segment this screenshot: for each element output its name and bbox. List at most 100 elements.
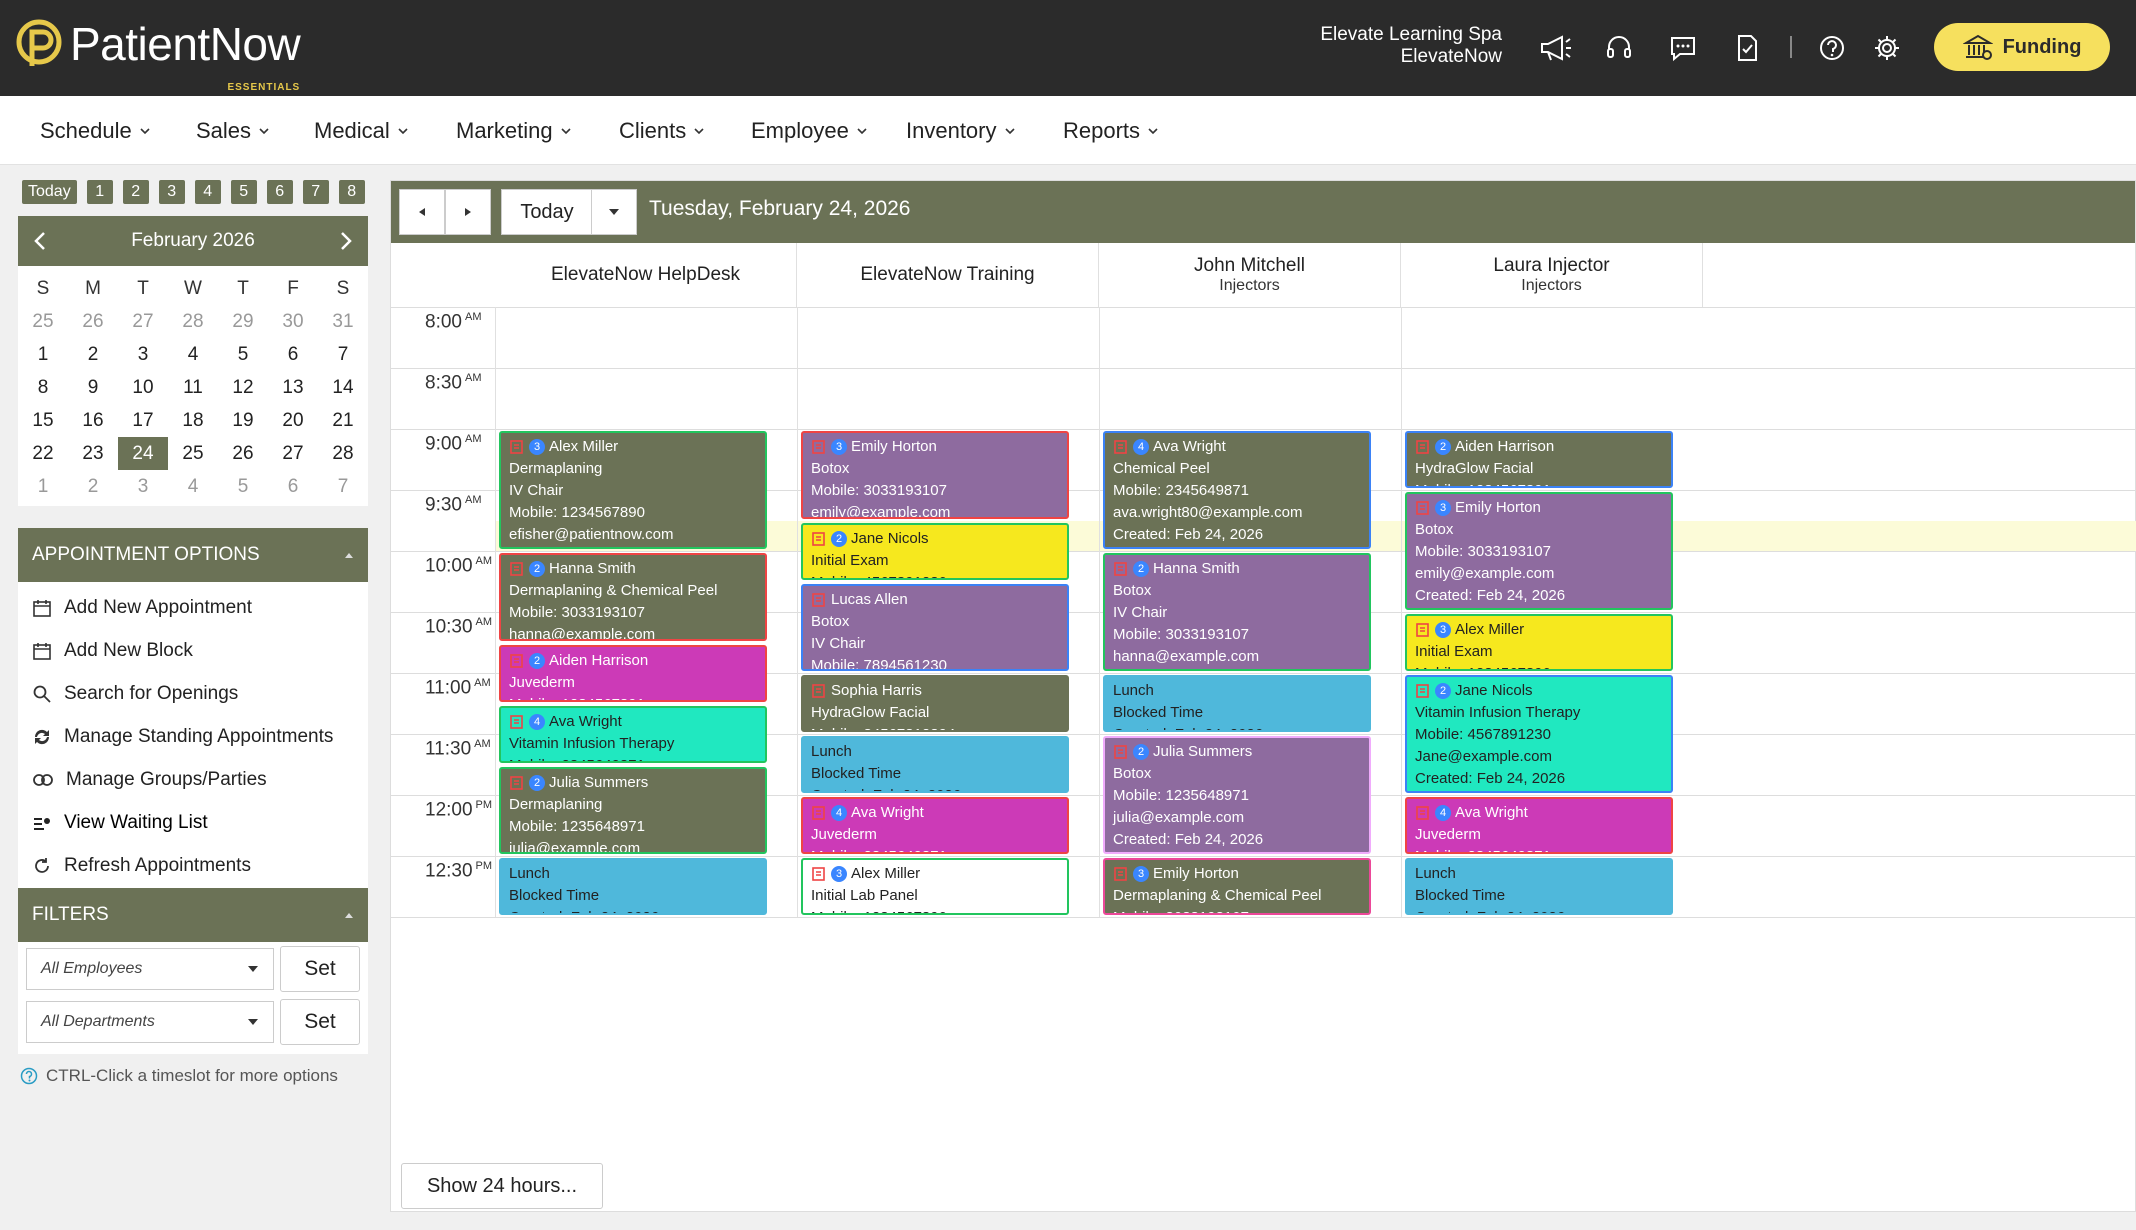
calendar-day[interactable]: 27 [268,437,318,470]
prev-day-button[interactable] [399,189,445,235]
calendar-day[interactable]: 14 [318,371,368,404]
waiting-list-option[interactable]: View Waiting List [18,801,368,844]
appointment-card[interactable]: 3Alex Miller Initial Exam Mobile: 12345678… [1405,614,1673,671]
appointment-card[interactable]: Lucas Allen Botox IV Chair Mobile: 78945612… [801,583,1069,671]
departments-select[interactable]: All Departments [26,1000,274,1043]
calendar-day[interactable]: 24 [118,437,168,470]
nav-sales[interactable]: Sales [196,118,269,144]
calendar-day-other-month[interactable]: 7 [318,470,368,503]
appointment-card[interactable]: Lunch Blocked Time Created: Feb 24, 2026 [1405,858,1673,915]
calendar-day[interactable]: 4 [168,338,218,371]
filters-header[interactable]: FILTERS [18,888,368,942]
calendar-day-other-month[interactable]: 4 [168,470,218,503]
appointment-card[interactable]: Lunch Blocked Time Created: Feb 24, 2026 [1103,675,1371,732]
calendar-day[interactable]: 26 [218,437,268,470]
calendar-day[interactable]: 2 [68,338,118,371]
calendar-day[interactable]: 5 [218,338,268,371]
calendar-day-other-month[interactable]: 27 [118,305,168,338]
quick-5-button[interactable]: 5 [230,180,257,204]
appointment-card[interactable]: Lunch Blocked Time Created: Feb 24, 2026 [499,858,767,915]
megaphone-icon[interactable] [1536,28,1576,68]
logo[interactable]: PatientNow ESSENTIALS [16,18,301,93]
appointment-card[interactable]: 4 Ava Wright Chemical Peel Mobile: 23456498… [1103,431,1371,549]
calendar-day-other-month[interactable]: 3 [118,470,168,503]
document-check-icon[interactable] [1727,28,1767,68]
calendar-day[interactable]: 28 [318,437,368,470]
quick-1-button[interactable]: 1 [86,180,113,204]
today-dropdown-button[interactable] [591,189,637,235]
calendar-day[interactable]: 10 [118,371,168,404]
appointment-card[interactable]: 2 Hanna Smith Dermaplaning & Chemical Peel… [499,553,767,641]
appointment-card[interactable]: 2 Hanna Smith Botox IV Chair Mobile: 3033193… [1103,553,1371,671]
calendar-day[interactable]: 25 [168,437,218,470]
appointment-card[interactable]: 2 Julia Summers Dermaplaning Mobile: 123564… [499,766,767,854]
calendar-day-other-month[interactable]: 1 [18,470,68,503]
quick-7-button[interactable]: 7 [302,180,329,204]
help-icon[interactable] [1812,28,1852,68]
nav-medical[interactable]: Medical [314,118,408,144]
calendar-day-other-month[interactable]: 29 [218,305,268,338]
time-slot-row[interactable] [391,307,2136,369]
calendar-day[interactable]: 19 [218,404,268,437]
calendar-day[interactable]: 16 [68,404,118,437]
appointment-options-header[interactable]: APPOINTMENT OPTIONS [18,528,368,582]
nav-schedule[interactable]: Schedule [40,118,150,144]
schedule-grid[interactable]: 8:00 AM 8:30 AM 9:00 AM 9:30 AM 10:00 AM 10:30 AM 11… [391,307,2136,1133]
calendar-day[interactable]: 18 [168,404,218,437]
calendar-day-other-month[interactable]: 2 [68,470,118,503]
calendar-day[interactable]: 3 [118,338,168,371]
calendar-day-other-month[interactable]: 5 [218,470,268,503]
calendar-day-other-month[interactable]: 30 [268,305,318,338]
appointment-card[interactable]: 3 Alex Miller Dermaplaning IV Chair Mobile: … [499,431,767,549]
next-day-button[interactable] [445,189,491,235]
calendar-day-other-month[interactable]: 31 [318,305,368,338]
chevron-right-icon[interactable] [338,231,354,251]
appointment-card[interactable]: 3 Emily Horton Dermaplaning & Chemical Pee… [1103,858,1371,915]
calendar-day[interactable]: 6 [268,338,318,371]
calendar-day-other-month[interactable]: 25 [18,305,68,338]
calendar-day[interactable]: 23 [68,437,118,470]
chat-icon[interactable] [1663,28,1703,68]
nav-reports[interactable]: Reports [1063,118,1158,144]
time-slot-row[interactable] [391,368,2136,430]
appointment-card[interactable]: 4Ava Wright Juvederm Mobile: 2345649871 [801,797,1069,854]
calendar-day[interactable]: 1 [18,338,68,371]
nav-employee[interactable]: Employee [751,118,867,144]
add-appointment-option[interactable]: Add New Appointment [18,586,368,629]
set-departments-button[interactable]: Set [280,998,360,1045]
calendar-day[interactable]: 9 [68,371,118,404]
calendar-day[interactable]: 22 [18,437,68,470]
appointment-card[interactable]: Sophia Harris HydraGlow Facial Mobile: 345… [801,675,1069,732]
nav-marketing[interactable]: Marketing [456,118,571,144]
today-button[interactable]: Today [501,189,593,235]
set-employees-button[interactable]: Set [280,945,360,992]
calendar-day[interactable]: 8 [18,371,68,404]
calendar-day[interactable]: 21 [318,404,368,437]
appointment-card[interactable]: 2Aiden Harrison HydraGlow Facial Mobile: 1… [1405,431,1673,488]
calendar-day[interactable]: 7 [318,338,368,371]
quick-today-button[interactable]: Today [22,180,77,204]
nav-inventory[interactable]: Inventory [906,118,1015,144]
quick-8-button[interactable]: 8 [338,180,365,204]
gear-icon[interactable] [1867,28,1907,68]
employees-select[interactable]: All Employees [26,947,274,990]
quick-4-button[interactable]: 4 [194,180,221,204]
calendar-day[interactable]: 12 [218,371,268,404]
calendar-day[interactable]: 17 [118,404,168,437]
quick-3-button[interactable]: 3 [158,180,185,204]
appointment-card[interactable]: 3 Emily Horton Botox Mobile: 3033193107 emil… [801,431,1069,519]
nav-clients[interactable]: Clients [619,118,704,144]
appointment-card[interactable]: 4Ava Wright Juvederm Mobile: 2345649871 [1405,797,1673,854]
calendar-day-other-month[interactable]: 28 [168,305,218,338]
calendar-day[interactable]: 13 [268,371,318,404]
appointment-card[interactable]: 3 Emily Horton Botox Mobile: 3033193107 emil… [1405,492,1673,610]
calendar-day[interactable]: 15 [18,404,68,437]
quick-2-button[interactable]: 2 [122,180,149,204]
appointment-card[interactable]: 3Alex Miller Initial Lab Panel Mobile: 123… [801,858,1069,915]
funding-button[interactable]: Funding [1934,23,2110,71]
search-openings-option[interactable]: Search for Openings [18,672,368,715]
appointment-card[interactable]: Lunch Blocked Time Created: Feb 24, 2026 [801,736,1069,793]
calendar-day-other-month[interactable]: 26 [68,305,118,338]
appointment-card[interactable]: 2Aiden HarrisonJuvedermMobile: 123456789… [499,644,767,702]
groups-parties-option[interactable]: Manage Groups/Parties [18,758,368,801]
